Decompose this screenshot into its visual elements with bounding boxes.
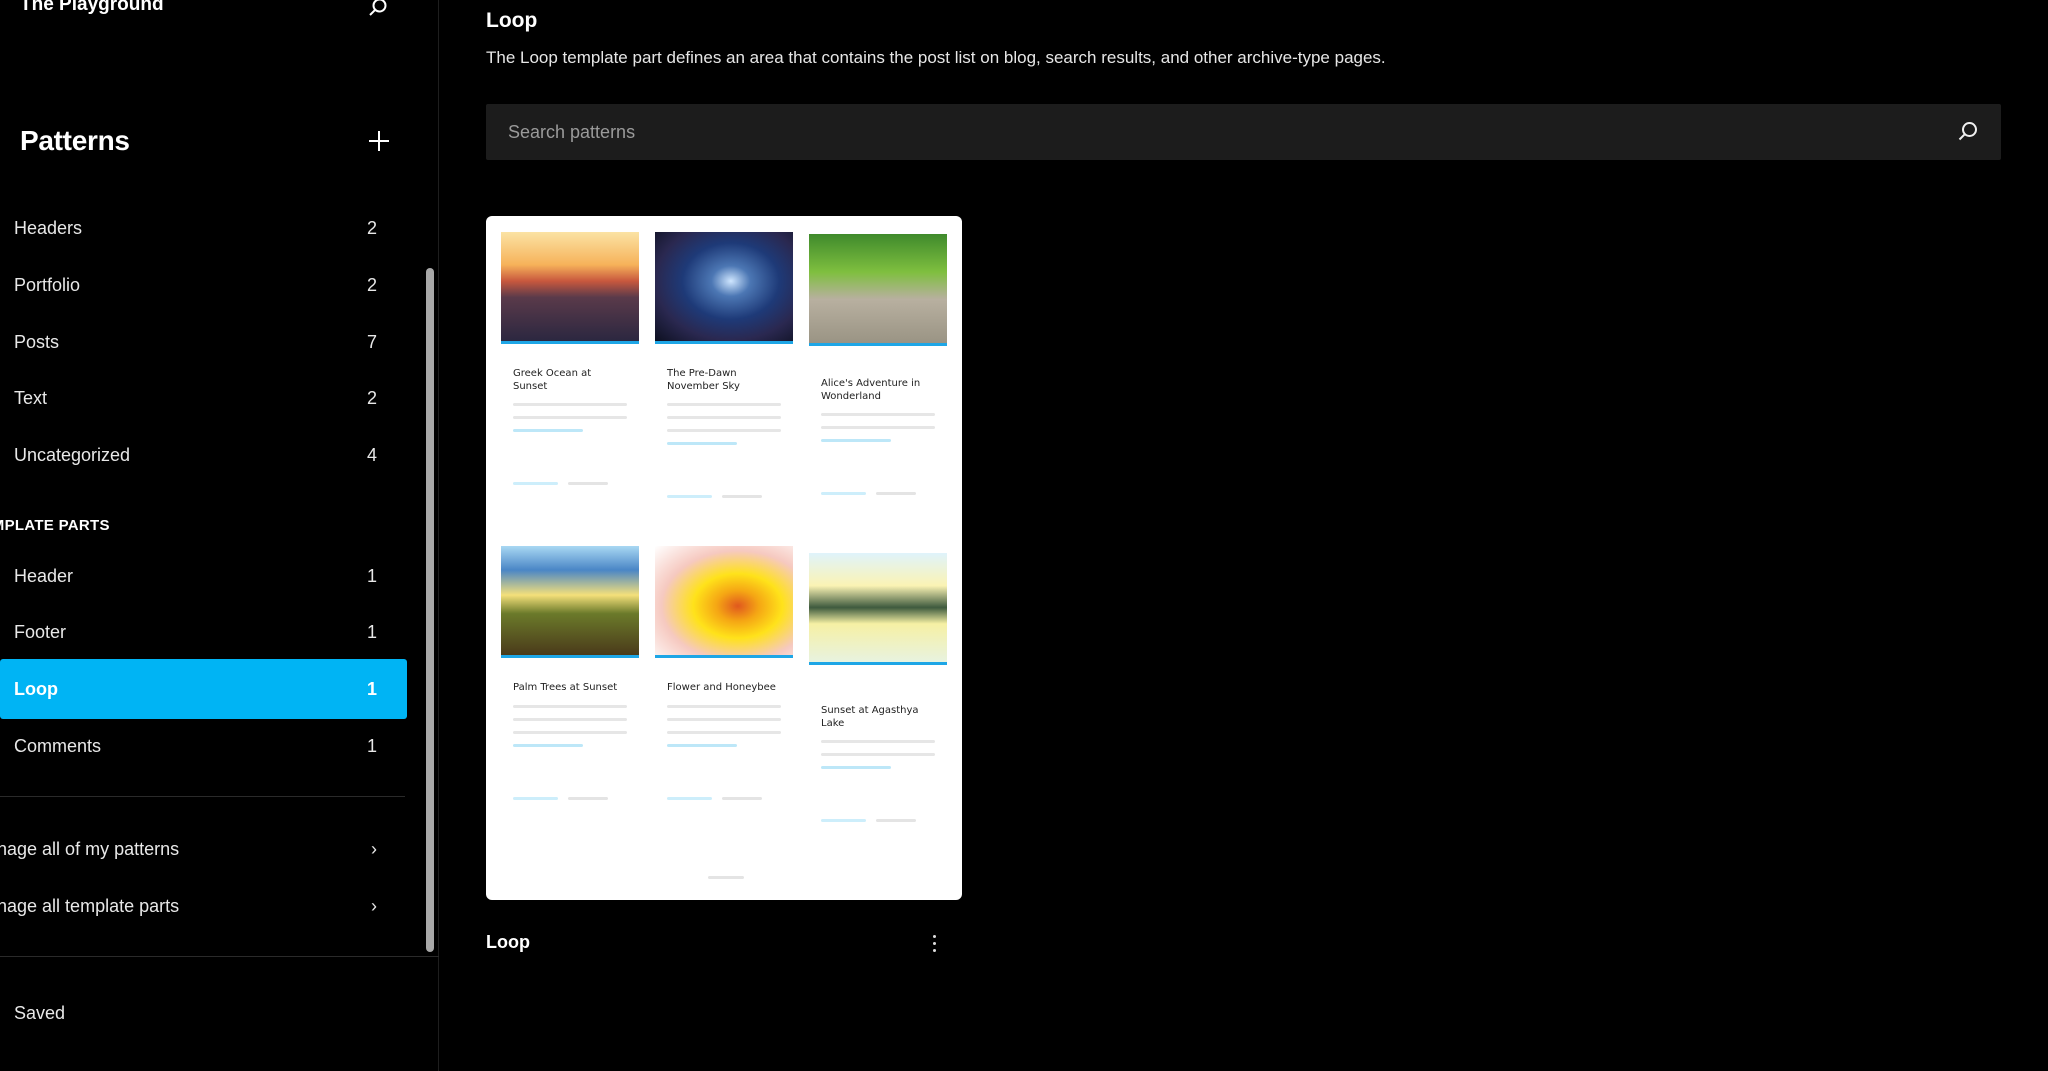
post-meta [667,495,781,498]
sidebar-item-header[interactable]: Header 1 [0,547,407,605]
excerpt-line [821,413,935,416]
site-title[interactable]: The Playground [20,0,164,16]
sidebar-item-count: 7 [366,331,377,352]
post-thumbnail [655,232,793,344]
sidebar-item-portfolio[interactable]: Portfolio 2 [0,256,407,314]
continue-reading-link [821,766,891,769]
sidebar-item-count: 2 [366,387,377,408]
sidebar-item-text[interactable]: Text 2 [0,369,407,427]
preview-post: Greek Ocean at Sunset [501,232,639,485]
excerpt-line [821,426,935,429]
excerpt-line [667,704,781,708]
excerpt-line [821,753,935,756]
post-meta [513,796,627,800]
excerpt-line [667,730,781,734]
sidebar-item-label: Text [14,387,48,408]
sidebar-item-count: 2 [366,217,377,238]
preview-post: Flower and Honeybee [655,546,793,800]
post-title: The Pre-Dawn November Sky [667,368,740,392]
more-vertical-icon[interactable] [924,929,944,957]
preview-pagination [708,876,744,879]
sidebar-item-label: Uncategorized [14,444,131,465]
excerpt-line [667,416,781,419]
post-meta [667,796,781,800]
patterns-heading: Patterns [20,125,130,156]
sidebar-item-label: Loop [14,678,58,699]
excerpt-line [667,717,781,721]
sidebar-item-count: 1 [366,735,377,756]
post-thumbnail [809,234,947,346]
manage-link-label: Manage all of my patterns [0,838,180,859]
post-title: Palm Trees at Sunset [513,682,618,693]
post-thumbnail [809,553,947,665]
excerpt-line [513,717,627,721]
post-title: Flower and Honeybee [667,682,776,693]
excerpt-line [513,416,627,419]
pattern-title[interactable]: Loop [486,932,530,953]
continue-reading-link [667,442,737,445]
excerpt-line [513,704,627,708]
preview-post: Palm Trees at Sunset [501,546,639,800]
add-pattern-button[interactable] [366,128,392,154]
excerpt-line [513,403,627,406]
post-title: Greek Ocean at Sunset [513,368,592,392]
continue-reading-link [821,439,891,442]
main-content: Loop The Loop template part defines an a… [440,0,2048,1071]
search-icon[interactable] [1955,119,1981,145]
sidebar-item-label: Header [14,565,74,586]
preview-post: The Pre-Dawn November Sky [655,232,793,498]
sidebar-item-loop[interactable]: Loop 1 [0,659,407,719]
sidebar-item-count: 4 [366,444,377,465]
sidebar-item-count: 1 [366,621,377,642]
sidebar-item-label: Comments [14,735,102,756]
excerpt-line [667,403,781,406]
preview-post: Sunset at Agasthya Lake [809,553,947,822]
save-status: Saved [14,1003,66,1023]
post-meta [821,492,935,495]
pattern-preview-loop[interactable]: Greek Ocean at Sunset The Pre-Dawn Novem… [486,216,962,900]
sidebar-footer-divider [0,956,439,957]
sidebar: The Playground Patterns Headers 2 Portfo… [0,0,439,1071]
sidebar-item-posts[interactable]: Posts 7 [0,313,407,371]
excerpt-line [667,429,781,432]
page-description: The Loop template part defines an area t… [486,48,1386,67]
sidebar-item-label: Footer [14,621,67,642]
plus-icon [369,131,389,151]
page-title: Loop [486,9,538,32]
post-meta [513,482,627,485]
sidebar-divider [0,796,405,797]
post-thumbnail [501,546,639,658]
continue-reading-link [513,743,583,747]
excerpt-line [821,740,935,743]
manage-patterns-link[interactable]: Manage all of my patterns › [0,824,407,874]
post-title: Sunset at Agasthya Lake [821,705,919,729]
sidebar-item-label: Headers [14,217,83,238]
continue-reading-link [667,743,737,747]
chevron-right-icon: › [371,895,377,916]
manage-link-label: Manage all template parts [0,895,180,916]
sidebar-item-headers[interactable]: Headers 2 [0,199,407,257]
post-thumbnail [655,546,793,658]
sidebar-item-count: 1 [366,565,377,586]
preview-post: Alice's Adventure in Wonderland [809,234,947,495]
sidebar-item-uncategorized[interactable]: Uncategorized 4 [0,426,407,484]
search-patterns-field [486,104,2001,160]
post-title: Alice's Adventure in Wonderland [821,378,921,402]
sidebar-item-footer[interactable]: Footer 1 [0,603,407,661]
manage-template-parts-link[interactable]: Manage all template parts › [0,881,407,931]
post-meta [821,819,935,822]
sidebar-item-label: Posts [14,331,60,352]
sidebar-scrollbar[interactable] [426,268,434,952]
post-thumbnail [501,232,639,344]
excerpt-line [513,730,627,734]
sidebar-item-count: 1 [366,678,377,699]
sidebar-item-count: 2 [366,274,377,295]
template-parts-heading: TEMPLATE PARTS [0,517,110,534]
search-icon[interactable] [366,0,390,20]
continue-reading-link [513,429,583,432]
chevron-right-icon: › [371,838,377,859]
sidebar-item-comments[interactable]: Comments 1 [0,717,407,775]
sidebar-item-label: Portfolio [14,274,81,295]
search-input[interactable] [508,121,1908,143]
